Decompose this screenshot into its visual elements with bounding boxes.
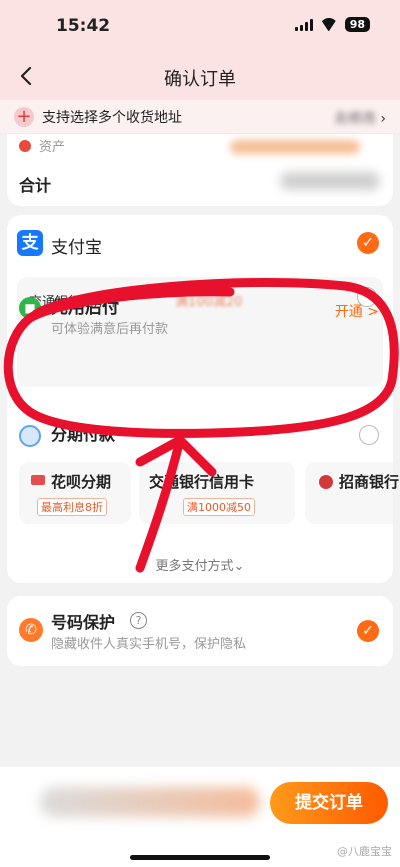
redacted-area [230, 140, 360, 154]
wifi-icon [320, 18, 338, 31]
option-title: 花呗分期 [51, 473, 112, 491]
asset-row: 资产 [19, 136, 65, 155]
redacted-price [40, 787, 260, 817]
alipay-icon: 支 [17, 230, 43, 256]
more-payment-link[interactable]: 更多支付方式⌄ [7, 555, 393, 574]
page-title: 确认订单 [164, 69, 236, 90]
total-label: 合计 [19, 176, 52, 195]
option-badge: 满1000减50 [183, 498, 255, 516]
payment-card: 支 支付宝 ✓ 交通银行信用卡 满100减20 ■ 先用后付 可体验满意后再付款… [7, 215, 399, 583]
installment-icon [19, 425, 41, 447]
pay-later-title: 先用后付 [51, 298, 119, 318]
status-icons: 98 [294, 17, 370, 32]
home-indicator [130, 855, 270, 860]
installment-title: 分期付款 [51, 425, 116, 444]
option-title: 招商银行 [339, 473, 400, 491]
status-time: 15:42 [56, 16, 111, 36]
edit-address-link[interactable]: 去修改 › [334, 108, 386, 128]
protection-title: 号码保护 [51, 613, 116, 632]
help-icon[interactable]: ? [130, 612, 147, 629]
pay-later-open-button[interactable]: 开通 > [335, 301, 379, 321]
watermark: @八鹿宝宝 [337, 845, 392, 858]
protection-check-icon[interactable]: ✓ [357, 620, 379, 642]
option-huabei[interactable]: 花呗分期 最高利息8折 [19, 462, 131, 524]
option-badge: 最高利息8折 [37, 498, 107, 516]
number-protection-card: ✆ 号码保护 ? 隐藏收件人真实手机号，保护隐私 ✓ [7, 596, 393, 666]
pay-later-desc: 可体验满意后再付款 [51, 322, 169, 337]
status-bar: 15:42 98 [0, 0, 400, 54]
signal-icon [294, 18, 313, 31]
battery-indicator: 98 [344, 17, 370, 32]
bottom-bar: 提交订单 @八鹿宝宝 [0, 767, 400, 867]
address-text: 支持选择多个收货地址 [42, 109, 182, 126]
navbar: 确认订单 [0, 54, 400, 100]
phone-icon: ✆ [19, 618, 43, 642]
asset-icon [19, 139, 31, 152]
redacted-total [280, 172, 380, 190]
plus-icon: + [14, 106, 34, 127]
option-title: 交通银行信用卡 [149, 473, 255, 491]
bank-card-discount: 满100减20 [175, 295, 243, 310]
pay-later-icon: ■ [19, 297, 41, 319]
address-bar[interactable]: + 支持选择多个收货地址 去修改 › [0, 100, 400, 134]
protection-desc: 隐藏收件人真实手机号，保护隐私 [51, 637, 247, 652]
alipay-label: 支付宝 [51, 238, 102, 258]
option-cmb[interactable]: 招商银行 [305, 462, 399, 524]
option-bank[interactable]: 交通银行信用卡 满1000减50 [139, 462, 295, 524]
submit-order-button[interactable]: 提交订单 [270, 782, 388, 824]
huabei-icon [31, 475, 45, 485]
installment-radio[interactable] [359, 425, 379, 445]
asset-label: 资产 [39, 140, 66, 155]
alipay-check-icon[interactable]: ✓ [357, 232, 379, 254]
cmb-icon [319, 475, 333, 489]
